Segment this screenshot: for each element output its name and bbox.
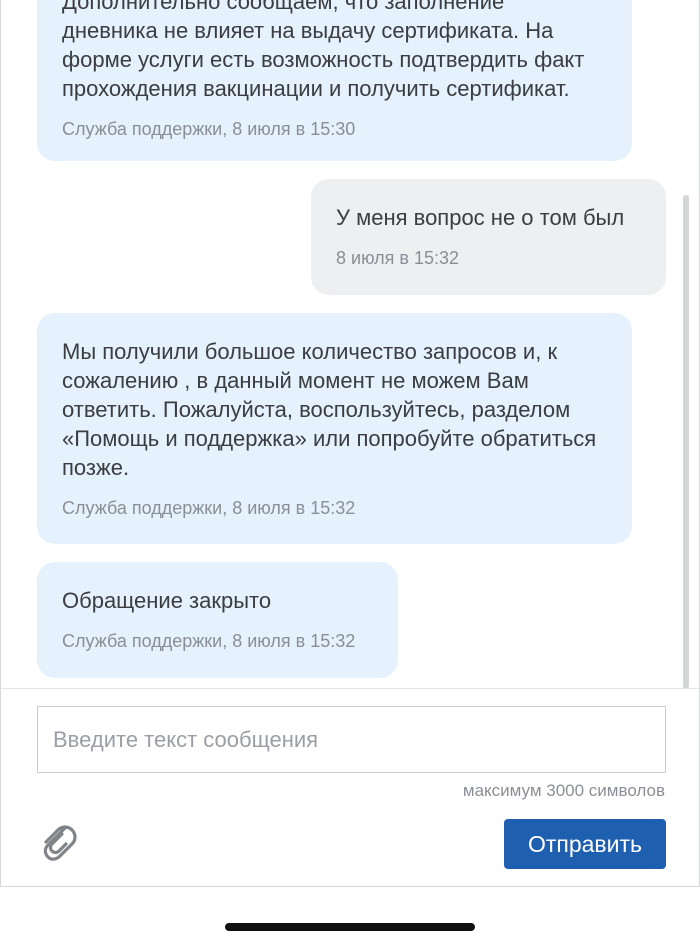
home-indicator[interactable] [225,923,475,931]
scrollbar[interactable] [683,195,689,688]
paperclip-icon-graphic [43,825,77,861]
message-input-box[interactable] [37,706,666,773]
message-meta: Служба поддержки, 8 июля в 15:32 [62,498,356,518]
message-meta: Служба поддержки, 8 июля в 15:30 [62,119,356,139]
chat-window: Дополнительно сообщаем, что заполнение д… [0,0,700,887]
message-list[interactable]: Дополнительно сообщаем, что заполнение д… [1,0,699,688]
paperclip-icon[interactable] [35,816,77,862]
message-meta: 8 июля в 15:32 [336,248,460,268]
send-button[interactable]: Отправить [504,819,666,869]
support-message: Мы получили большое количество запросов … [37,313,632,544]
message-meta: Служба поддержки, 8 июля в 15:32 [62,631,356,651]
support-message: Дополнительно сообщаем, что заполнение д… [37,0,632,161]
composer-divider [1,688,699,689]
support-message: Обращение закрыто Служба поддержки, 8 ию… [37,562,398,678]
character-limit: максимум 3000 символов [462,781,665,800]
message-text: Мы получили большое количество запросов … [62,339,597,480]
message-text: Обращение закрыто [62,588,272,613]
message-text: Дополнительно сообщаем, что заполнение д… [62,0,585,101]
message-input[interactable] [38,707,665,772]
message-text: У меня вопрос не о том был [336,205,625,230]
user-message: У меня вопрос не о том был 8 июля в 15:3… [311,179,666,295]
